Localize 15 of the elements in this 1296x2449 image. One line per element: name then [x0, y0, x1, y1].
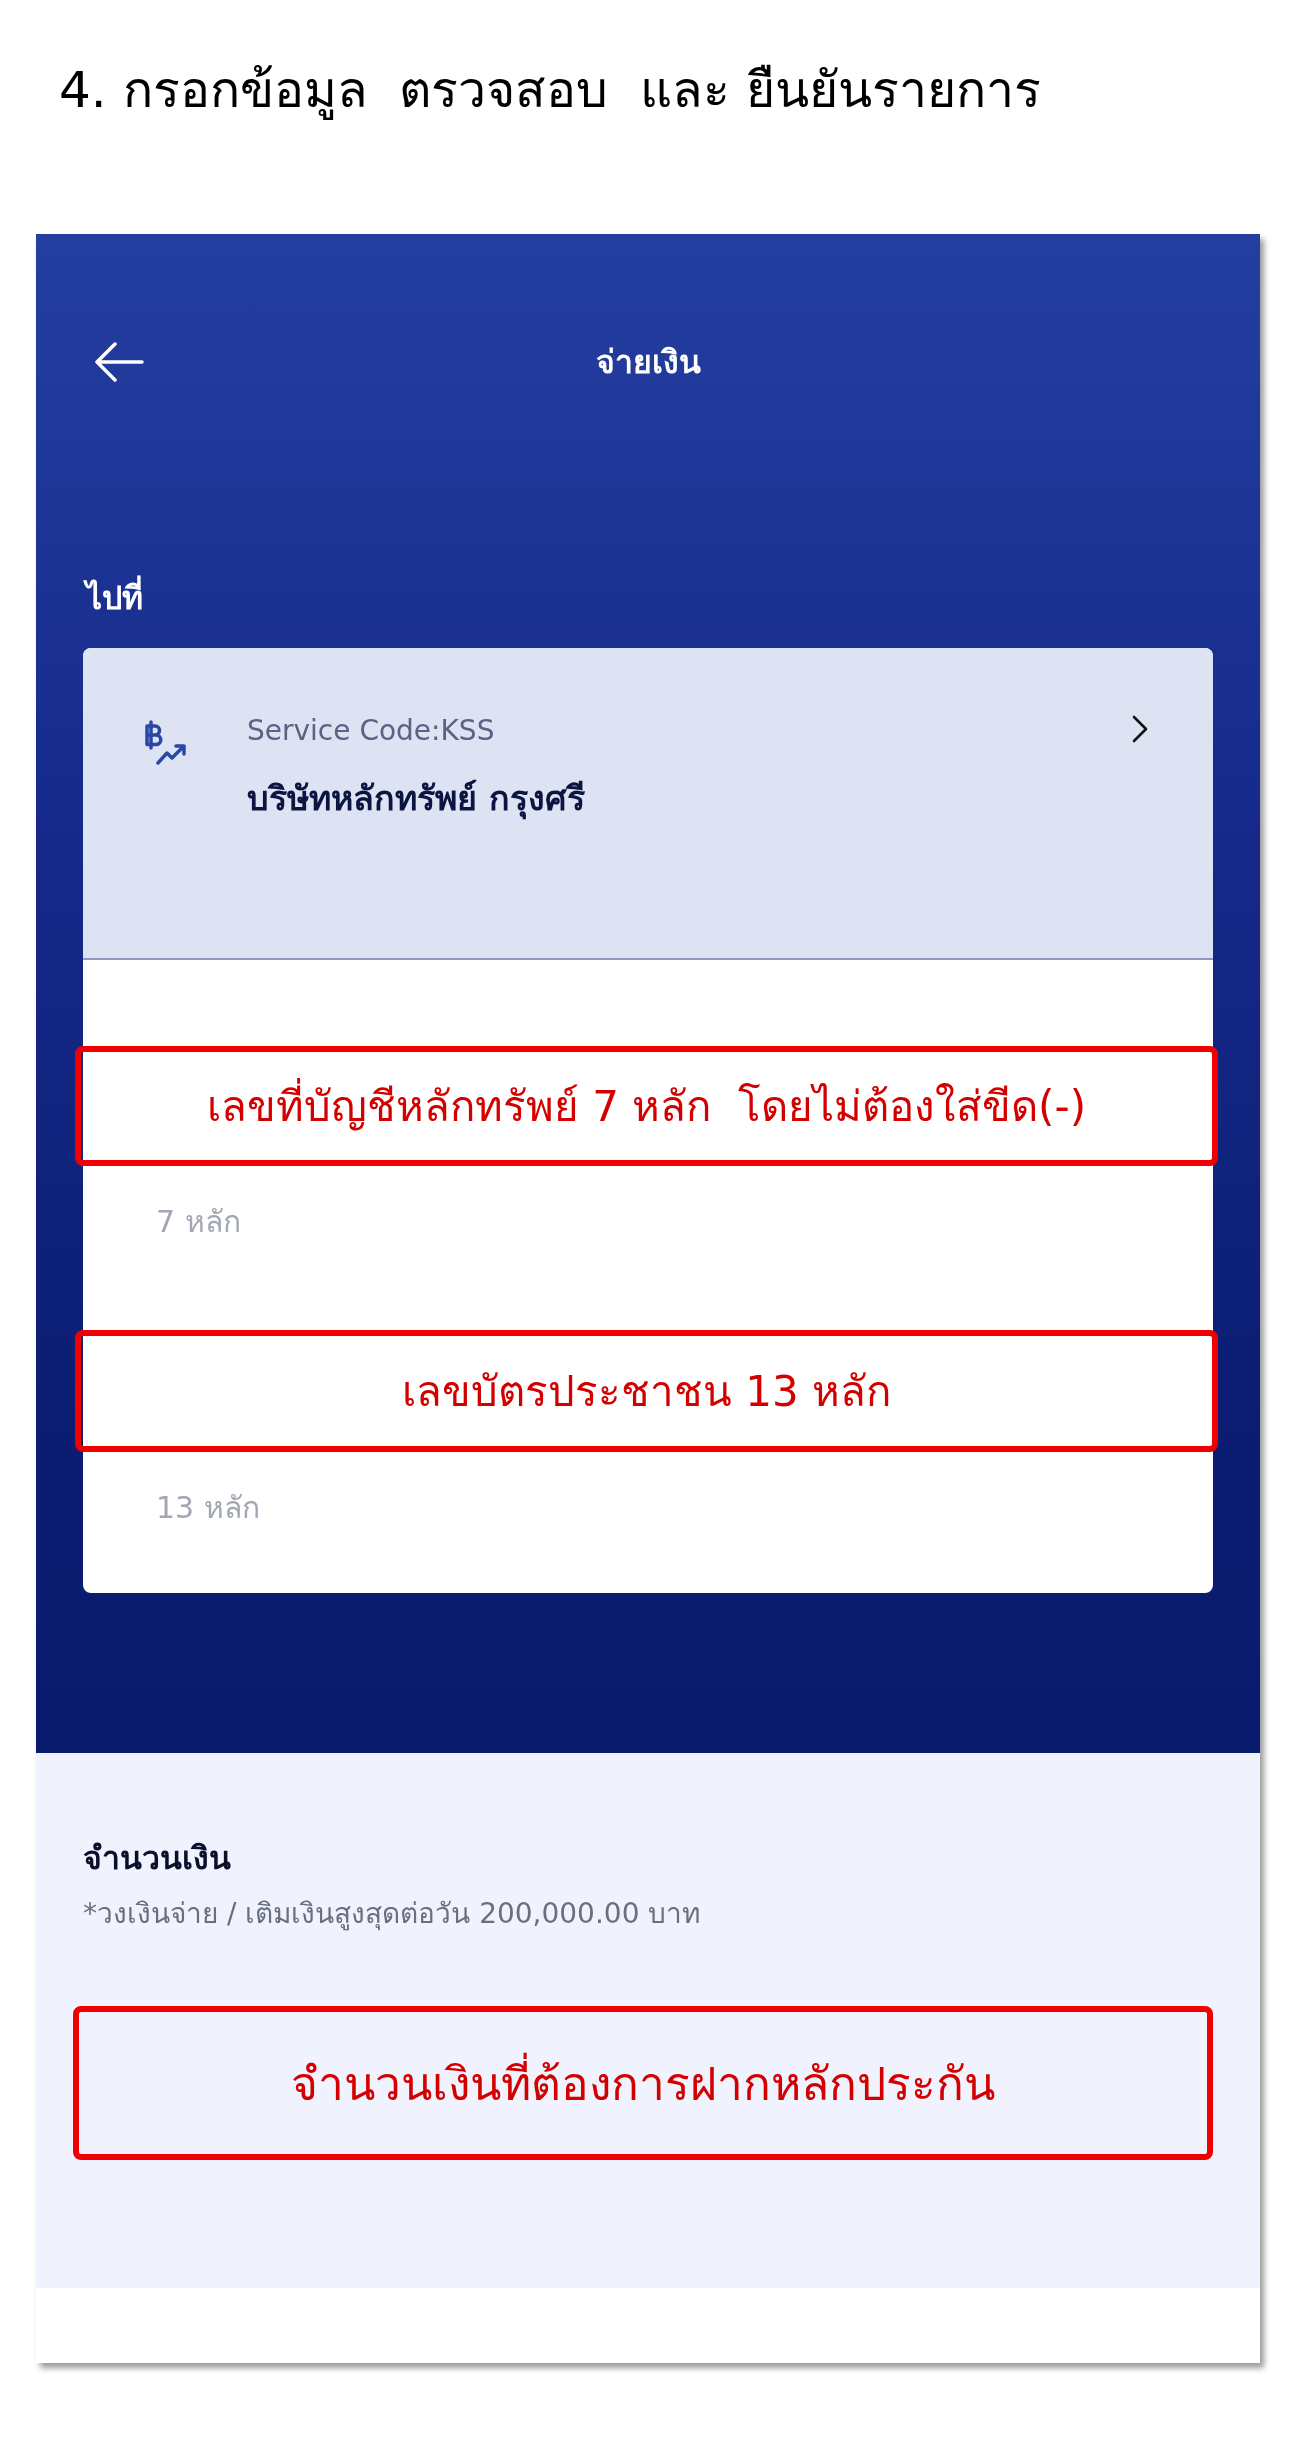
back-button[interactable]: [94, 342, 144, 382]
limit-note: *วงเงินจ่าย / เติมเงินสูงสุดต่อวัน 200,000.00 บาท: [83, 1896, 701, 1933]
amount-label: จำนวนเงิน: [83, 1838, 231, 1879]
service-code: Service Code:KSS: [247, 713, 495, 749]
chevron-right-icon: [1130, 714, 1150, 744]
callout-label: เลขที่บัญชีหลักทรัพย์ 7 หลัก โดยไม่ต้องใส่ขีด(-): [75, 1046, 1218, 1166]
company-name: บริษัทหลักทรัพย์ กรุงศรี: [247, 777, 585, 822]
arrow-left-icon: [94, 342, 144, 382]
input-field[interactable]: 13 หลัก: [83, 1452, 1213, 1562]
callout-label: เลขบัตรประชาชน 13 หลัก: [75, 1330, 1218, 1452]
callout-label: จำนวนเงินที่ต้องการฝากหลักประกัน: [73, 2006, 1213, 2160]
input-field[interactable]: 7 หลัก: [83, 1166, 1213, 1276]
page-heading: 4. กรอกข้อมูล ตรวจสอบ และ ยืนยันรายการ: [58, 60, 1043, 122]
service-selector[interactable]: Service Code:KSS บริษัทหลักทรัพย์ กรุงศรี: [83, 648, 1213, 960]
screen-title: จ่ายเงิน: [595, 342, 701, 383]
